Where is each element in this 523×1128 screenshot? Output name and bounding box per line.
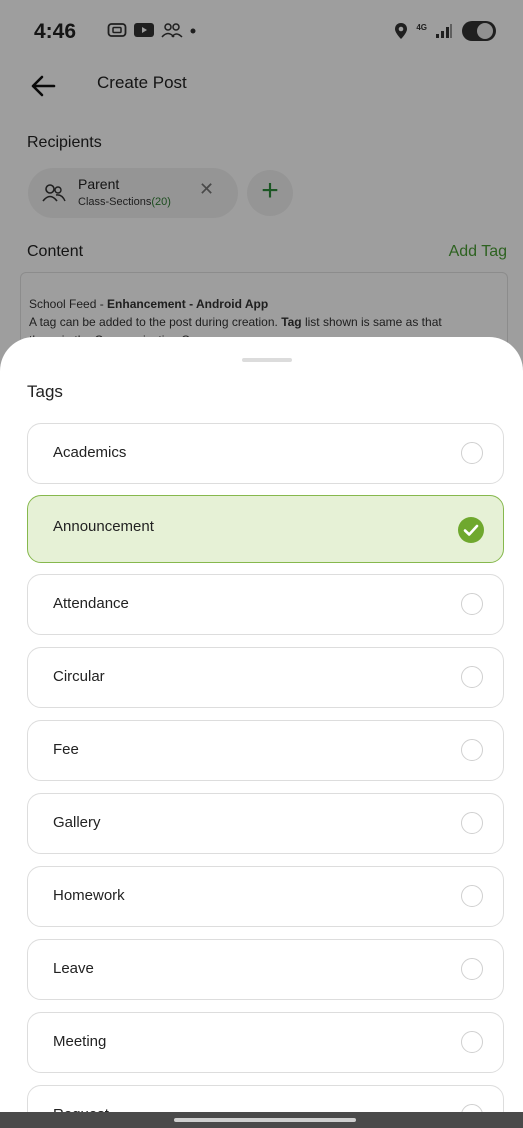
radio-unchecked-icon[interactable]	[461, 666, 483, 688]
tag-label: Attendance	[53, 595, 129, 612]
check-circle-icon[interactable]	[458, 517, 484, 543]
tag-item-announcement[interactable]: Announcement	[27, 495, 504, 563]
sheet-title: Tags	[27, 382, 63, 401]
tags-bottom-sheet: Tags Academics Announcement Attendance C…	[0, 337, 523, 1128]
tag-item-academics[interactable]: Academics	[27, 423, 504, 484]
tag-label: Announcement	[53, 518, 154, 535]
radio-unchecked-icon[interactable]	[461, 1031, 483, 1053]
tag-item-gallery[interactable]: Gallery	[27, 793, 504, 854]
radio-unchecked-icon[interactable]	[461, 442, 483, 464]
tag-item-fee[interactable]: Fee	[27, 720, 504, 781]
screen: 4:46 4G Create Post Recipients Parent Cl…	[0, 0, 523, 1128]
tag-label: Homework	[53, 887, 125, 904]
tag-item-homework[interactable]: Homework	[27, 866, 504, 927]
tag-label: Meeting	[53, 1033, 107, 1050]
home-gesture-handle[interactable]	[174, 1118, 356, 1122]
sheet-drag-handle[interactable]	[242, 358, 292, 362]
system-nav-bar	[0, 1112, 523, 1128]
radio-unchecked-icon[interactable]	[461, 812, 483, 834]
tag-label: Leave	[53, 960, 94, 977]
tag-label: Circular	[53, 668, 105, 685]
tag-label: Academics	[53, 444, 127, 461]
tag-label: Fee	[53, 741, 79, 758]
radio-unchecked-icon[interactable]	[461, 593, 483, 615]
radio-unchecked-icon[interactable]	[461, 739, 483, 761]
tag-item-circular[interactable]: Circular	[27, 647, 504, 708]
radio-unchecked-icon[interactable]	[461, 885, 483, 907]
tag-item-attendance[interactable]: Attendance	[27, 574, 504, 635]
radio-unchecked-icon[interactable]	[461, 958, 483, 980]
tag-item-leave[interactable]: Leave	[27, 939, 504, 1000]
tag-label: Gallery	[53, 814, 101, 831]
tag-item-meeting[interactable]: Meeting	[27, 1012, 504, 1073]
